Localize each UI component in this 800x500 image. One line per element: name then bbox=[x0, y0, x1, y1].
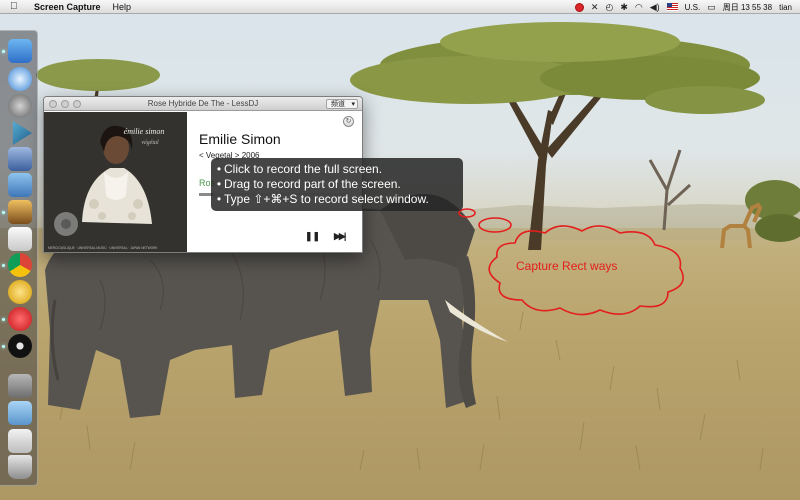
running-indicator bbox=[2, 211, 5, 214]
apple-menu-icon[interactable]:  bbox=[10, 0, 24, 14]
running-indicator bbox=[2, 50, 5, 53]
dock-stack-icon[interactable] bbox=[8, 374, 32, 398]
running-indicator bbox=[2, 318, 5, 321]
running-indicator bbox=[2, 345, 5, 348]
volume-icon[interactable]: ◀) bbox=[650, 0, 660, 14]
tools-icon[interactable]: ✕ bbox=[591, 0, 599, 14]
app-menu-screen-capture[interactable]: Screen Capture bbox=[34, 2, 101, 12]
annotation-text: Capture Rect ways bbox=[516, 259, 618, 273]
dock-launchpad-icon[interactable] bbox=[8, 94, 32, 118]
hint-full-screen: Click to record the full screen. bbox=[224, 162, 383, 176]
hint-line: • Drag to record part of the screen. bbox=[214, 177, 463, 192]
status-area: ✕ ◴ ✱ ◠ ◀) U.S. ▭ 周日 13 55 38 tian bbox=[574, 0, 792, 14]
bullet: • bbox=[216, 192, 222, 206]
bluetooth-icon[interactable]: ✱ bbox=[620, 0, 628, 14]
menubar-clock[interactable]: 周日 13 55 38 bbox=[723, 2, 772, 13]
hint-drag-part: Drag to record part of the screen. bbox=[224, 177, 401, 191]
dock-downloads-icon[interactable] bbox=[8, 429, 32, 453]
dock-screen-capture-icon[interactable] bbox=[8, 307, 32, 331]
bullet: • bbox=[216, 177, 222, 191]
dock-textedit-icon[interactable] bbox=[8, 227, 32, 251]
hint-line: • Type ⇧+⌘+S to record select window. bbox=[214, 192, 463, 207]
dock-iphoto-icon[interactable] bbox=[8, 200, 32, 224]
menu-bar:  Screen Capture Help ✕ ◴ ✱ ◠ ◀) U.S. ▭ … bbox=[0, 0, 800, 14]
bullet: • bbox=[216, 162, 222, 176]
input-source-label[interactable]: U.S. bbox=[685, 3, 701, 12]
battery-icon[interactable]: ▭ bbox=[707, 0, 716, 14]
sync-icon[interactable]: ◴ bbox=[605, 0, 613, 14]
menu-help[interactable]: Help bbox=[113, 2, 132, 12]
dock-chrome-icon[interactable] bbox=[8, 253, 32, 277]
annotation-bubble bbox=[458, 208, 684, 316]
dock-folder-icon[interactable] bbox=[8, 401, 32, 425]
record-status-icon[interactable] bbox=[574, 2, 584, 12]
hint-select-window: Type ⇧+⌘+S to record select window. bbox=[224, 192, 429, 206]
dock-finder-icon[interactable] bbox=[8, 39, 32, 63]
us-flag-icon[interactable] bbox=[666, 3, 678, 11]
dock-dvd-player-icon[interactable] bbox=[8, 334, 32, 358]
dock bbox=[0, 30, 38, 486]
menubar-user[interactable]: tian bbox=[779, 3, 792, 12]
dock-instruments-a-icon[interactable] bbox=[8, 280, 32, 304]
dock-trash-icon[interactable] bbox=[8, 455, 32, 479]
dock-xcode-icon[interactable] bbox=[12, 121, 32, 145]
running-indicator bbox=[2, 264, 5, 267]
dock-preview-icon[interactable] bbox=[8, 147, 32, 171]
dock-safari-icon[interactable] bbox=[8, 67, 32, 91]
capture-hint-tooltip: • Click to record the full screen. • Dra… bbox=[211, 158, 463, 211]
dock-instruments-icon[interactable] bbox=[8, 173, 32, 197]
hint-line: • Click to record the full screen. bbox=[214, 162, 463, 177]
wifi-icon[interactable]: ◠ bbox=[635, 0, 643, 14]
